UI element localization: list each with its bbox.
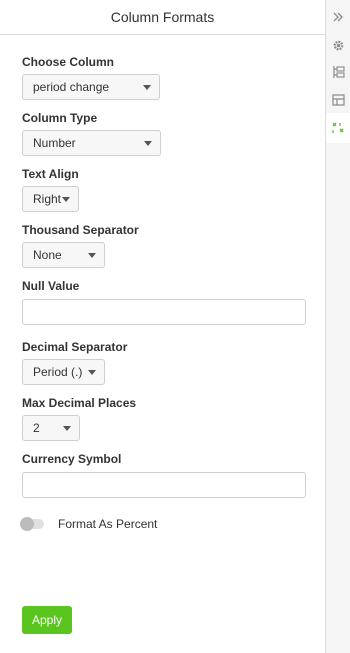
- null-value-label: Null Value: [22, 279, 80, 293]
- choose-column-label: Choose Column: [22, 55, 114, 69]
- column-type-select[interactable]: Number: [22, 130, 161, 156]
- column-type-label: Column Type: [22, 111, 98, 125]
- apply-button[interactable]: Apply: [22, 606, 72, 634]
- max-decimal-places-select[interactable]: 2: [22, 415, 80, 441]
- null-value-input[interactable]: [22, 299, 306, 325]
- thousand-separator-value: None: [33, 248, 62, 262]
- text-align-value: Right: [33, 192, 62, 206]
- text-align-select[interactable]: Right: [22, 186, 79, 212]
- toggle-knob: [20, 517, 34, 531]
- format-as-percent-toggle[interactable]: [20, 517, 44, 531]
- chevron-down-icon: [88, 370, 96, 375]
- column-formats-panel: Column Formats Choose Column period chan…: [0, 0, 326, 653]
- thousand-separator-select[interactable]: None: [22, 242, 105, 268]
- decimal-separator-select[interactable]: Period (.): [22, 359, 105, 385]
- currency-symbol-input[interactable]: [22, 472, 306, 498]
- column-type-value: Number: [33, 136, 76, 150]
- gear-icon[interactable]: [329, 36, 347, 54]
- currency-symbol-label: Currency Symbol: [22, 452, 122, 466]
- layout-panel-icon[interactable]: [329, 91, 347, 109]
- column-tree-icon[interactable]: [329, 63, 347, 81]
- double-chevron-right-icon[interactable]: [329, 8, 347, 26]
- decimal-separator-value: Period (.): [33, 365, 83, 379]
- decimal-separator-label: Decimal Separator: [22, 340, 128, 354]
- chevron-down-icon: [88, 253, 96, 258]
- panel-title: Column Formats: [110, 9, 215, 25]
- choose-column-select[interactable]: period change: [22, 74, 160, 100]
- chevron-down-icon: [63, 426, 71, 431]
- choose-column-value: period change: [33, 80, 110, 94]
- max-decimal-places-value: 2: [33, 421, 40, 435]
- panel-header: Column Formats: [0, 0, 325, 35]
- format-as-percent-row: Format As Percent: [20, 517, 158, 531]
- chevron-down-icon: [62, 197, 70, 202]
- thousand-separator-label: Thousand Separator: [22, 223, 139, 237]
- max-decimal-places-label: Max Decimal Places: [22, 396, 137, 410]
- column-format-icon[interactable]: [326, 113, 350, 143]
- chevron-down-icon: [143, 85, 151, 90]
- sidebar-rail: [326, 0, 350, 653]
- format-as-percent-label: Format As Percent: [58, 517, 158, 531]
- chevron-down-icon: [144, 141, 152, 146]
- text-align-label: Text Align: [22, 167, 79, 181]
